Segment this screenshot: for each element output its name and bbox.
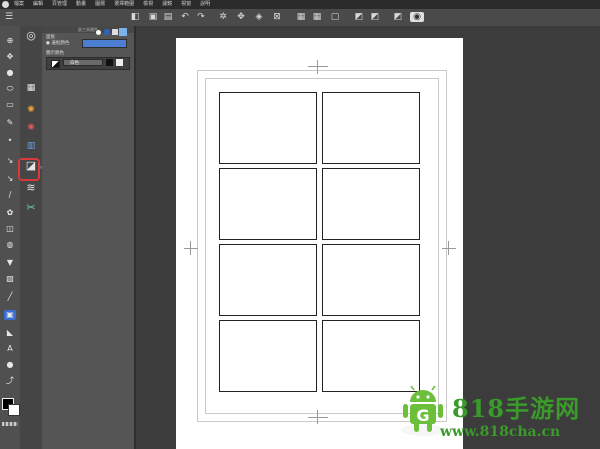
watermark-brand: 818手游网 <box>452 394 581 423</box>
move-icon[interactable]: ✥ <box>4 52 16 62</box>
comic-panel-7[interactable] <box>219 320 317 392</box>
sub-color-swatch[interactable] <box>8 404 20 416</box>
border-color-bar[interactable] <box>82 39 127 48</box>
pen-icon[interactable]: • <box>4 136 16 146</box>
transparent-color-icon[interactable] <box>2 422 18 426</box>
color-circle-icon[interactable]: ◎ <box>24 30 38 42</box>
balloon-icon[interactable]: ● <box>4 360 16 370</box>
select-icon[interactable]: ▦ <box>296 12 306 22</box>
undo-icon[interactable]: ↶ <box>180 12 190 22</box>
register-mark-top-h <box>308 66 328 67</box>
register-mark-bottom-h <box>308 417 328 418</box>
fill-select[interactable]: 白色 <box>63 59 103 66</box>
comic-panel-5[interactable] <box>219 244 317 316</box>
menu-item-6[interactable]: 檢視 <box>143 0 153 9</box>
comic-panel-2[interactable] <box>322 92 420 164</box>
app-logo-icon[interactable] <box>2 1 9 8</box>
logo-letter: G <box>416 406 429 425</box>
command-bar: ☰ ◧ ▣ ▤ ↶ ↷ ✲ ✥ ◈ ⊠ ▦ ▦ ▢ ◩ ◩ ◩ ◉ <box>0 9 600 27</box>
menu-item-3[interactable]: 動畫 <box>76 0 86 9</box>
menu-item-1[interactable]: 編輯 <box>33 0 43 9</box>
invert-icon[interactable]: ▦ <box>312 12 322 22</box>
ruler-snap-icon[interactable]: ◩ <box>354 12 364 22</box>
frame-icon[interactable]: ▦ <box>24 82 38 94</box>
blend-icon[interactable]: ◍ <box>4 240 16 250</box>
blue-dot-icon[interactable] <box>104 29 110 35</box>
frame-border-icon[interactable]: ▣ <box>4 310 16 320</box>
select-clear-icon[interactable]: ⊠ <box>272 12 282 22</box>
comic-panel-6[interactable] <box>322 244 420 316</box>
save-icon[interactable]: ▤ <box>163 12 173 22</box>
grid-snap-icon[interactable]: ◩ <box>370 12 380 22</box>
layer-icon[interactable]: ▥ <box>24 140 38 152</box>
eraser-icon[interactable]: ◫ <box>4 224 16 234</box>
tool-strip: ⊕ ✥ ● ⬭ ▭ ✎ • ↘ ↘ ∕ ✿ ◫ ◍ ▼ ▧ ╱ ▣ ◣ A ● … <box>0 26 21 449</box>
settings-icon[interactable]: ✲ <box>218 12 228 22</box>
register-mark-top <box>317 60 318 74</box>
tool-property-panel <box>42 26 136 449</box>
color-picker-icon[interactable] <box>119 28 127 36</box>
ruler-icon[interactable]: ◣ <box>4 328 16 338</box>
menu-item-7[interactable]: 濾鏡 <box>162 0 172 9</box>
menu-item-8[interactable]: 視窗 <box>181 0 191 9</box>
comic-panel-8[interactable] <box>322 320 420 392</box>
black-swatch[interactable] <box>106 59 113 66</box>
menu-item-0[interactable]: 檔案 <box>14 0 24 9</box>
brush-icon[interactable]: ↘ <box>4 174 16 184</box>
airbrush-icon[interactable]: ∕ <box>4 190 16 200</box>
pencil-icon[interactable]: ↘ <box>4 156 16 166</box>
comic-panel-3[interactable] <box>219 168 317 240</box>
white-swatch-icon[interactable] <box>112 29 118 35</box>
selection-icon[interactable]: ▭ <box>4 100 16 110</box>
border-color-label: ● 邊框顏色 <box>46 41 70 46</box>
redo-icon[interactable]: ↷ <box>196 12 206 22</box>
text-icon[interactable]: A <box>4 344 16 354</box>
operation-icon[interactable]: ● <box>4 68 16 78</box>
gradient-icon[interactable]: ▧ <box>4 274 16 284</box>
zoom-icon[interactable]: ⊕ <box>4 36 16 46</box>
menu-item-2[interactable]: 頁管理 <box>52 0 67 9</box>
decoration-icon[interactable]: ✿ <box>4 208 16 218</box>
fill-bucket-icon[interactable]: ◈ <box>254 12 264 22</box>
new-icon[interactable]: ▣ <box>148 12 158 22</box>
figure-icon[interactable]: ╱ <box>4 292 16 302</box>
color-set-icon[interactable]: ✺ <box>24 122 38 134</box>
color-mode-buttons <box>96 28 127 37</box>
panel-divide-icon[interactable]: ≋ <box>24 182 38 194</box>
fill-icon[interactable]: ▼ <box>4 258 16 268</box>
visibility-icon[interactable]: ◉ <box>410 12 424 22</box>
cut-frame-icon[interactable]: ✂ <box>24 202 38 214</box>
color-wheel-icon[interactable]: ✺ <box>24 104 38 116</box>
fill-toggle-icon[interactable] <box>51 60 60 68</box>
menu-item-5[interactable]: 選擇範圍 <box>114 0 134 9</box>
eyedropper-icon[interactable]: ✎ <box>4 118 16 128</box>
comic-panel-4[interactable] <box>322 168 420 240</box>
comic-panel-1[interactable] <box>219 92 317 164</box>
lasso-icon[interactable]: ⬭ <box>4 84 16 94</box>
watermark-url: www.818cha.cn <box>440 424 561 440</box>
radio-icon[interactable] <box>96 30 101 35</box>
menu-item-4[interactable]: 圖層 <box>95 0 105 9</box>
fill-label: 圖示顏色 <box>46 51 64 56</box>
deselect-icon[interactable]: ▢ <box>330 12 340 22</box>
menu-bar: 檔案 編輯 頁管理 動畫 圖層 選擇範圍 檢視 濾鏡 視窗 說明 <box>0 0 600 9</box>
navigator-icon[interactable]: ◧ <box>130 12 140 22</box>
correct-line-icon[interactable]: ⤴ <box>4 376 16 386</box>
selected-sub-tool-highlight <box>18 158 40 181</box>
transform-icon[interactable]: ✥ <box>236 12 246 22</box>
register-mark-left-h <box>184 248 198 249</box>
register-mark-right-h <box>442 248 456 249</box>
white-swatch[interactable] <box>116 59 123 66</box>
layer-snap-icon[interactable]: ◩ <box>393 12 403 22</box>
menu-icon[interactable]: ☰ <box>4 12 14 22</box>
menu-item-9[interactable]: 說明 <box>200 0 210 9</box>
sub-tool-column: ◎ ▦ ✺ ✺ ▥ ◦ ◦ ◪ ≋ ✂ <box>20 26 43 449</box>
